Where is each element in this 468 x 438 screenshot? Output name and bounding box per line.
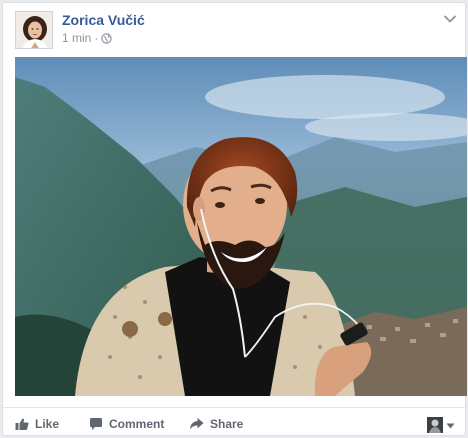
comment-button[interactable]: Comment xyxy=(89,416,164,432)
post-timestamp[interactable]: 1 min xyxy=(62,31,91,45)
reactor-selector[interactable] xyxy=(427,416,455,434)
post-card: Zorica Vučić 1 min · Like Comment Share xyxy=(2,2,467,436)
like-label: Like xyxy=(35,417,60,431)
like-button[interactable]: Like xyxy=(15,416,59,432)
post-meta: 1 min · xyxy=(62,31,113,45)
author-name[interactable]: Zorica Vučić xyxy=(62,12,145,28)
caret-down-icon xyxy=(446,416,455,434)
globe-icon[interactable] xyxy=(101,32,113,44)
share-label: Share xyxy=(210,417,244,431)
chevron-down-icon[interactable] xyxy=(443,11,457,23)
meta-separator: · xyxy=(94,31,99,45)
share-button[interactable]: Share xyxy=(189,416,243,432)
thumbs-up-icon xyxy=(15,417,29,431)
reactor-avatar xyxy=(427,417,443,433)
share-arrow-icon xyxy=(189,417,204,431)
comment-label: Comment xyxy=(109,417,165,431)
author-avatar[interactable] xyxy=(15,11,53,49)
post-actions-bar: Like Comment Share xyxy=(3,407,465,435)
speech-bubble-icon xyxy=(89,417,103,431)
post-photo[interactable] xyxy=(15,57,467,396)
